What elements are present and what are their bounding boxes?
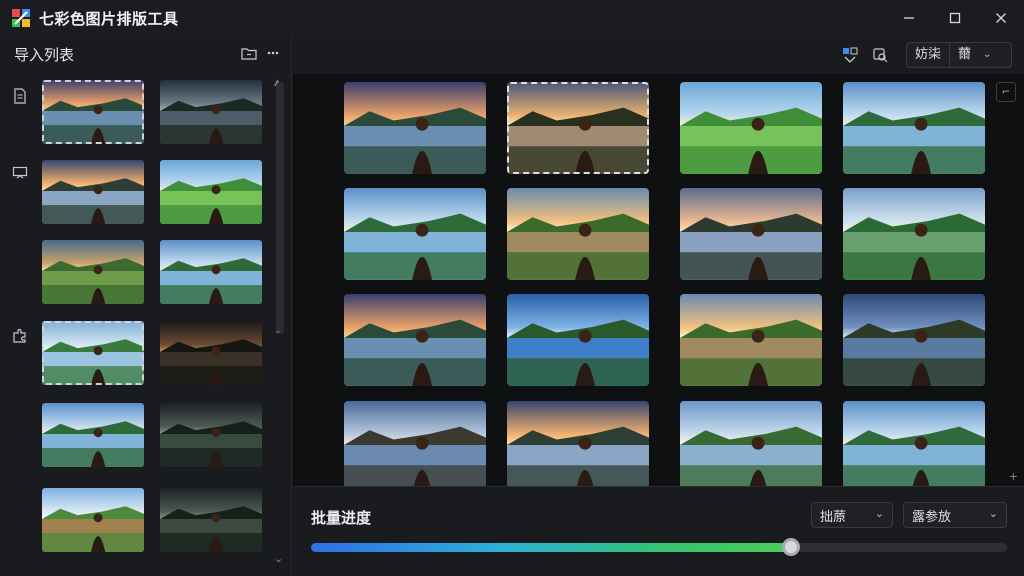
close-icon [996,13,1006,23]
more-icon[interactable] [267,51,279,55]
minimize-icon [904,17,914,19]
grid-image[interactable] [507,82,649,174]
thumbnail-item[interactable] [42,80,144,144]
progress-fill [311,543,791,552]
sidebar-title: 导入列表 [14,45,75,64]
thumbnail-item[interactable] [42,160,144,224]
app-title: 七彩色图片排版工具 [39,9,179,28]
scroll-down-icon[interactable]: ⌄ [274,326,282,336]
grid-image[interactable] [843,401,985,486]
grid-resize-icon[interactable]: + [1009,470,1018,483]
thumbnail-item[interactable] [160,160,262,224]
folder-icon[interactable] [241,46,257,60]
grid-image[interactable] [344,188,486,280]
main-area: 妨柒 薾 ⌄ ⌐ + 批量进度 拙蒝 ⌄ 露参放 ⌄ [293,36,1024,576]
progress-track [311,538,1007,556]
thumbnail-item[interactable] [160,80,262,144]
sidebar-scrollbar[interactable] [276,82,284,334]
layout-icon[interactable] [841,46,859,64]
grid-image[interactable] [344,401,486,486]
thumbnail-item[interactable] [42,240,144,304]
segment-1[interactable]: 妨柒 [907,43,951,67]
thumbnail-item[interactable] [42,321,144,385]
thumbnail-item[interactable] [160,240,262,304]
grid-image[interactable] [843,82,985,174]
image-grid: ⌐ [293,74,1024,486]
thumbnail-item[interactable] [160,488,262,552]
view-segmented-control: 妨柒 薾 ⌄ [906,42,1012,68]
grid-image[interactable] [680,82,822,174]
main-toolbar: 妨柒 薾 ⌄ [293,36,1024,74]
chevron-down-icon: ⌄ [874,507,884,520]
import-list-sidebar: 导入列表 ⌄ ⌄ [0,36,292,576]
dropdown-1-value: 拙蒝 [820,509,847,525]
grid-image[interactable] [344,294,486,386]
scroll-end-icon[interactable]: ⌄ [274,552,283,565]
thumbnail-item[interactable] [160,321,262,385]
sidebar-header: 导入列表 [0,36,291,72]
batch-dropdown-1[interactable]: 拙蒝 ⌄ [811,502,893,528]
thumbnail-item[interactable] [42,488,144,552]
puzzle-icon[interactable] [12,328,28,344]
batch-progress-panel: 批量进度 拙蒝 ⌄ 露参放 ⌄ [293,486,1024,576]
dropdown-2-value: 露参放 [912,509,952,525]
image-search-icon[interactable] [871,46,889,64]
progress-handle[interactable] [782,538,800,556]
grid-image[interactable] [843,294,985,386]
maximize-button[interactable] [932,0,978,36]
chevron-down-icon: ⌄ [988,507,998,520]
batch-dropdown-2[interactable]: 露参放 ⌄ [903,502,1007,528]
chevron-down-icon[interactable]: ⌄ [979,43,995,67]
minimize-button[interactable] [886,0,932,36]
grid-image[interactable] [843,188,985,280]
convert-icon[interactable] [12,164,28,180]
thumbnail-item[interactable] [160,403,262,467]
grid-image[interactable] [680,294,822,386]
close-button[interactable] [978,0,1024,36]
expand-icon[interactable]: ⌐ [996,82,1016,102]
batch-progress-title: 批量进度 [311,509,372,527]
title-bar: 七彩色图片排版工具 [0,0,1024,36]
grid-image[interactable] [680,401,822,486]
document-icon[interactable] [12,88,28,104]
maximize-icon [949,12,961,24]
thumbnail-item[interactable] [42,403,144,467]
grid-image[interactable] [344,82,486,174]
grid-image[interactable] [507,294,649,386]
grid-image[interactable] [680,188,822,280]
segment-2[interactable]: 薾 [950,43,979,67]
grid-image[interactable] [507,401,649,486]
grid-image[interactable] [507,188,649,280]
app-logo-icon [12,9,30,27]
